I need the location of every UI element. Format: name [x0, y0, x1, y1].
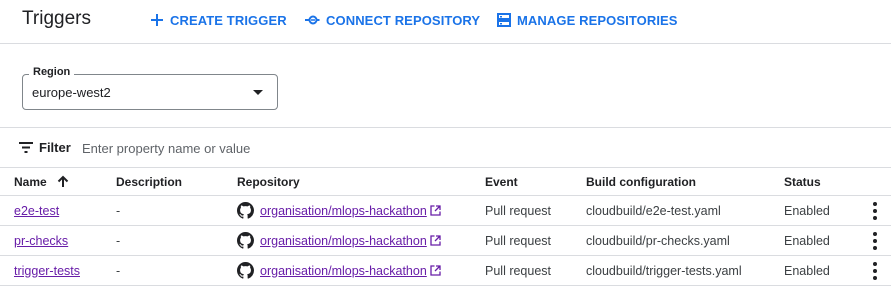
column-header-description: Description — [116, 174, 183, 189]
repository-link[interactable]: organisation/mlops-hackathon — [260, 264, 427, 278]
plus-icon — [151, 14, 163, 26]
trigger-description: - — [116, 263, 121, 278]
filter-label: Filter — [39, 140, 71, 155]
trigger-event: Pull request — [485, 203, 552, 218]
connect-repository-label: CONNECT REPOSITORY — [326, 12, 481, 28]
table-row: trigger-tests - organisation/mlops-hacka… — [0, 256, 891, 286]
trigger-status: Enabled — [784, 263, 830, 278]
external-link-icon[interactable] — [430, 265, 441, 276]
repository-link[interactable]: organisation/mlops-hackathon — [260, 204, 427, 218]
more-vert-icon[interactable] — [873, 261, 877, 280]
column-header-name-label: Name — [14, 174, 47, 189]
trigger-status: Enabled — [784, 233, 830, 248]
trigger-event: Pull request — [485, 233, 552, 248]
manage-repositories-button[interactable]: MANAGE REPOSITORIES — [497, 11, 678, 29]
connect-icon — [305, 15, 320, 25]
repository-link[interactable]: organisation/mlops-hackathon — [260, 234, 427, 248]
manage-repositories-icon — [497, 13, 511, 27]
trigger-name-link[interactable]: pr-checks — [14, 234, 68, 248]
table-row: pr-checks - organisation/mlops-hackathon… — [0, 226, 891, 256]
trigger-event: Pull request — [485, 263, 552, 278]
trigger-name-link[interactable]: trigger-tests — [14, 264, 80, 278]
page-title: Triggers — [22, 8, 91, 29]
column-header-name[interactable]: Name — [14, 168, 69, 195]
more-vert-icon[interactable] — [873, 201, 877, 220]
create-trigger-label: CREATE TRIGGER — [170, 12, 287, 28]
more-vert-icon[interactable] — [873, 231, 877, 250]
connect-repository-button[interactable]: CONNECT REPOSITORY — [304, 11, 480, 29]
create-trigger-button[interactable]: CREATE TRIGGER — [150, 11, 287, 29]
trigger-name-link[interactable]: e2e-test — [14, 204, 59, 218]
region-select[interactable]: Region europe-west2 — [22, 66, 278, 110]
triggers-table: Name Description Repository Event Build … — [0, 168, 891, 286]
manage-repositories-label: MANAGE REPOSITORIES — [517, 12, 678, 28]
column-header-event: Event — [485, 174, 518, 189]
github-icon — [237, 262, 254, 279]
table-row: e2e-test - organisation/mlops-hackathon … — [0, 196, 891, 226]
trigger-build-configuration: cloudbuild/e2e-test.yaml — [586, 203, 721, 218]
column-header-status: Status — [784, 174, 821, 189]
filter-input[interactable] — [78, 137, 478, 159]
trigger-description: - — [116, 233, 121, 248]
dropdown-caret-icon — [253, 90, 263, 95]
filter-icon — [19, 142, 33, 153]
region-label: Region — [29, 66, 75, 78]
column-header-build-configuration: Build configuration — [586, 174, 696, 189]
sort-arrow-up-icon[interactable] — [57, 175, 69, 188]
trigger-status: Enabled — [784, 203, 830, 218]
trigger-description: - — [116, 203, 121, 218]
table-header-row: Name Description Repository Event Build … — [0, 168, 891, 196]
column-header-repository: Repository — [237, 174, 300, 189]
github-icon — [237, 202, 254, 219]
page-header: Triggers CREATE TRIGGER CONNECT REPOSITO… — [0, 0, 891, 44]
github-icon — [237, 232, 254, 249]
external-link-icon[interactable] — [430, 205, 441, 216]
region-value: europe-west2 — [32, 85, 111, 100]
trigger-build-configuration: cloudbuild/pr-checks.yaml — [586, 233, 730, 248]
external-link-icon[interactable] — [430, 235, 441, 246]
trigger-build-configuration: cloudbuild/trigger-tests.yaml — [586, 263, 742, 278]
filter-bar: Filter — [0, 127, 891, 168]
